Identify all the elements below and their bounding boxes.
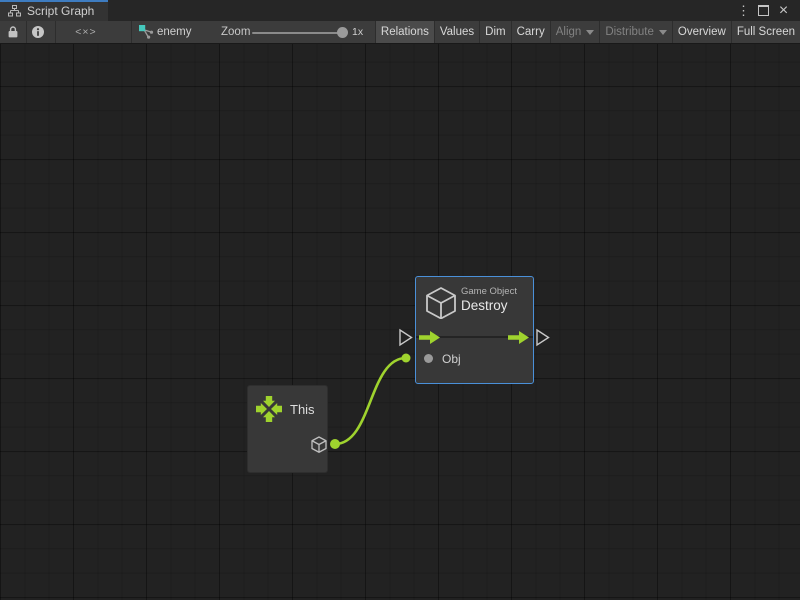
- zoom-slider-track[interactable]: [252, 32, 347, 34]
- tab-bar: Script Graph ⋮ ×: [0, 0, 800, 21]
- toolbar-separator: [131, 21, 132, 43]
- connection-start-dot[interactable]: [330, 439, 340, 449]
- node-destroy[interactable]: Game Object Destroy Obj: [415, 276, 534, 384]
- control-input-port[interactable]: [419, 331, 441, 344]
- obj-input-port[interactable]: [424, 354, 433, 363]
- node-title: Destroy: [461, 298, 508, 313]
- full-screen-button[interactable]: Full Screen: [731, 21, 800, 43]
- toolbar: <×> enemy Zoom 1x Relations Values Dim C…: [0, 21, 800, 44]
- distribute-dropdown[interactable]: Distribute: [599, 21, 672, 43]
- toolbar-buttons: Relations Values Dim Carry Align Distrib…: [375, 21, 800, 43]
- carry-button[interactable]: Carry: [511, 21, 550, 43]
- node-title: This: [290, 402, 315, 417]
- control-output-port[interactable]: [508, 331, 530, 344]
- graph-breadcrumb[interactable]: [138, 21, 154, 43]
- active-tab-accent: [0, 0, 108, 2]
- align-dropdown[interactable]: Align: [550, 21, 600, 43]
- connections-overlay: [0, 44, 800, 600]
- zoom-slider-handle[interactable]: [337, 27, 348, 38]
- connection-end-dot[interactable]: [402, 354, 411, 363]
- values-button[interactable]: Values: [434, 21, 479, 43]
- overview-button[interactable]: Overview: [672, 21, 731, 43]
- code-button[interactable]: <×>: [64, 21, 108, 43]
- converge-arrows-icon: [255, 395, 283, 423]
- maximize-icon[interactable]: [755, 0, 772, 21]
- graph-asset-icon: [138, 24, 154, 40]
- node-this[interactable]: This: [247, 385, 328, 473]
- menu-icon[interactable]: ⋮: [735, 0, 752, 21]
- script-graph-icon: [8, 5, 21, 17]
- close-icon[interactable]: ×: [775, 0, 792, 21]
- control-entry-triangle[interactable]: [400, 330, 412, 345]
- relations-button[interactable]: Relations: [375, 21, 434, 43]
- tab-script-graph[interactable]: Script Graph: [0, 0, 108, 21]
- connection-wire[interactable]: [335, 358, 406, 444]
- chevron-down-icon: [659, 30, 667, 35]
- toolbar-separator: [26, 21, 27, 43]
- angle-brackets-icon: <×>: [75, 26, 96, 38]
- graph-canvas[interactable]: This Game Object Destroy Obj: [0, 44, 800, 600]
- window-controls: ⋮ ×: [735, 0, 800, 21]
- info-icon: [31, 25, 45, 39]
- control-exit-triangle[interactable]: [537, 330, 549, 345]
- lock-icon: [7, 25, 19, 39]
- lock-button[interactable]: [7, 21, 19, 43]
- dim-button[interactable]: Dim: [479, 21, 510, 43]
- zoom-value: 1x: [352, 21, 363, 43]
- chevron-down-icon: [586, 30, 594, 35]
- toolbar-separator: [55, 21, 56, 43]
- obj-port-label: Obj: [442, 352, 461, 366]
- cube-icon[interactable]: [311, 436, 327, 454]
- graph-name-label[interactable]: enemy: [157, 21, 192, 43]
- cube-icon: [426, 287, 456, 319]
- node-category: Game Object: [461, 286, 517, 297]
- info-button[interactable]: [31, 21, 45, 43]
- zoom-label: Zoom: [221, 21, 250, 43]
- tab-title: Script Graph: [27, 4, 94, 18]
